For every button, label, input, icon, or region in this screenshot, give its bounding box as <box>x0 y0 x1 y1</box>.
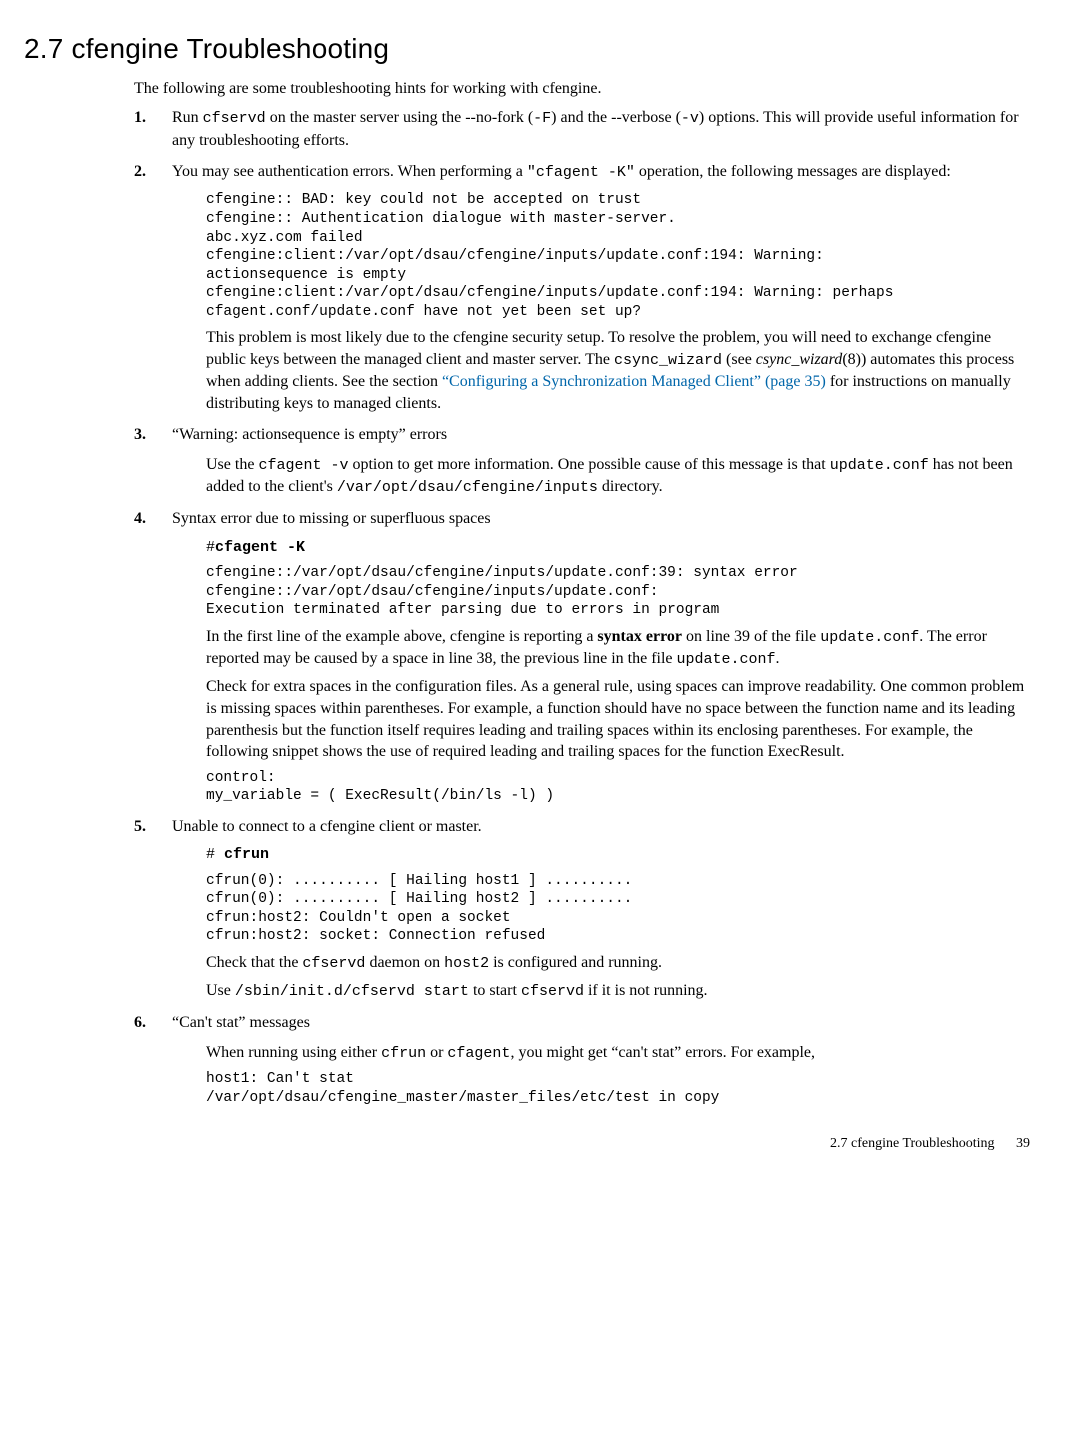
cross-ref-link[interactable]: “Configuring a Synchronization Managed C… <box>442 373 826 390</box>
inline-code: cfagent -v <box>258 457 348 474</box>
list-item-4: Syntax error due to missing or superfluo… <box>134 508 1032 805</box>
text: , you might get “can't stat” errors. For… <box>510 1044 815 1061</box>
item5-title: Unable to connect to a cfengine client o… <box>172 816 1032 838</box>
italic-text: csync_wizard <box>756 351 843 368</box>
inline-code: -v <box>681 110 699 127</box>
text: or <box>426 1044 447 1061</box>
text: In the first line of the example above, … <box>206 628 597 645</box>
code-block: cfengine::/var/opt/dsau/cfengine/inputs/… <box>206 564 1032 620</box>
item2-para2: This problem is most likely due to the c… <box>206 327 1032 414</box>
item4-command: #cfagent -K <box>206 538 1032 558</box>
prompt-hash: # <box>206 846 224 863</box>
section-body: The following are some troubleshooting h… <box>134 78 1032 1108</box>
bold-text: syntax error <box>597 628 682 645</box>
text: ) and the --verbose ( <box>551 109 681 126</box>
item4-para2: Check for extra spaces in the configurat… <box>206 676 1032 762</box>
list-item-5: Unable to connect to a cfengine client o… <box>134 816 1032 1003</box>
item1-para: Run cfservd on the master server using t… <box>172 107 1032 151</box>
inline-code: /var/opt/dsau/cfengine/inputs <box>337 479 598 496</box>
inline-code: /sbin/init.d/cfservd start <box>235 983 469 1000</box>
text: . <box>776 650 780 667</box>
text: operation, the following messages are di… <box>635 163 951 180</box>
inline-code: update.conf <box>830 457 929 474</box>
page-footer: 2.7 cfengine Troubleshooting 39 <box>24 1135 1032 1154</box>
text: daemon on <box>365 954 444 971</box>
text: When running using either <box>206 1044 381 1061</box>
text: (see <box>722 351 756 368</box>
text: directory. <box>598 478 663 495</box>
item6-para: When running using either cfrun or cfage… <box>206 1042 1032 1064</box>
inline-code: -F <box>533 110 551 127</box>
item5-command: # cfrun <box>206 845 1032 865</box>
inline-code: cfservd <box>302 955 365 972</box>
code-block: cfengine:: BAD: key could not be accepte… <box>206 191 1032 321</box>
list-item-6: “Can't stat” messages When running using… <box>134 1012 1032 1107</box>
list-item-2: You may see authentication errors. When … <box>134 161 1032 414</box>
inline-code: cfservd <box>203 110 266 127</box>
text: Use the <box>206 456 258 473</box>
code-block: control: my_variable = ( ExecResult(/bin… <box>206 769 1032 806</box>
intro-text: The following are some troubleshooting h… <box>134 78 1032 100</box>
page-number: 39 <box>1016 1136 1030 1151</box>
command-text: cfrun <box>224 846 269 863</box>
text: to start <box>469 982 521 999</box>
code-block: host1: Can't stat /var/opt/dsau/cfengine… <box>206 1070 1032 1107</box>
item4-para1: In the first line of the example above, … <box>206 626 1032 671</box>
prompt-hash: # <box>206 539 215 556</box>
code-block: cfrun(0): .......... [ Hailing host1 ] .… <box>206 872 1032 946</box>
item2-para1: You may see authentication errors. When … <box>172 161 1032 183</box>
inline-code: cfrun <box>381 1045 426 1062</box>
numbered-list: Run cfservd on the master server using t… <box>134 107 1032 1107</box>
inline-code: cfagent <box>447 1045 510 1062</box>
item6-title: “Can't stat” messages <box>172 1012 1032 1034</box>
list-item-1: Run cfservd on the master server using t… <box>134 107 1032 151</box>
inline-code: cfservd <box>521 983 584 1000</box>
list-item-3: “Warning: actionsequence is empty” error… <box>134 424 1032 498</box>
text: is configured and running. <box>489 954 662 971</box>
item4-title: Syntax error due to missing or superfluo… <box>172 508 1032 530</box>
text: on the master server using the --no-fork… <box>266 109 533 126</box>
inline-code: update.conf <box>677 651 776 668</box>
command-text: cfagent -K <box>215 539 305 556</box>
text: You may see authentication errors. When … <box>172 163 527 180</box>
text: Check that the <box>206 954 302 971</box>
item3-title: “Warning: actionsequence is empty” error… <box>172 424 1032 446</box>
text: Use <box>206 982 235 999</box>
footer-section-title: 2.7 cfengine Troubleshooting <box>830 1136 995 1151</box>
inline-code: "cfagent -K" <box>527 164 635 181</box>
item5-para1: Check that the cfservd daemon on host2 i… <box>206 952 1032 974</box>
text: Run <box>172 109 203 126</box>
text: option to get more information. One poss… <box>348 456 829 473</box>
section-heading: 2.7 cfengine Troubleshooting <box>24 30 1032 68</box>
inline-code: update.conf <box>820 629 919 646</box>
inline-code: host2 <box>444 955 489 972</box>
item5-para2: Use /sbin/init.d/cfservd start to start … <box>206 980 1032 1002</box>
text: if it is not running. <box>584 982 708 999</box>
item3-para: Use the cfagent -v option to get more in… <box>206 454 1032 499</box>
inline-code: csync_wizard <box>614 352 722 369</box>
text: on line 39 of the file <box>682 628 820 645</box>
